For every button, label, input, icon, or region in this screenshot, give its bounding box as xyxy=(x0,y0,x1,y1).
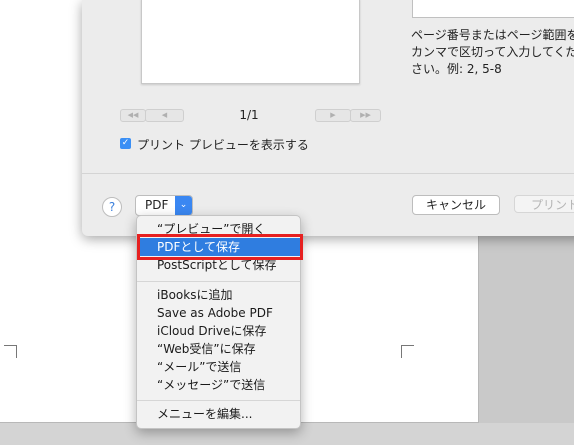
previous-page-button[interactable]: ◀ xyxy=(145,109,184,122)
crop-mark-right xyxy=(401,345,414,358)
print-dialog: ページ番号またはページ範囲をカンマで区切って入力してください。例: 2, 5-8… xyxy=(82,0,574,236)
page-range-field[interactable] xyxy=(412,0,574,18)
checkmark-icon: ✓ xyxy=(121,138,130,148)
menu-item-save-as-adobe-pdf[interactable]: Save as Adobe PDF xyxy=(137,304,300,322)
menu-item-add-to-ibooks[interactable]: iBooksに追加 xyxy=(137,286,300,304)
cancel-button[interactable]: キャンセル xyxy=(412,195,500,215)
first-page-button[interactable]: ◀◀ xyxy=(120,109,146,122)
print-preview-page xyxy=(141,0,360,84)
menu-item-send-via-messages[interactable]: “メッセージ”で送信 xyxy=(137,376,300,394)
menu-item-edit-menu[interactable]: メニューを編集... xyxy=(137,405,300,423)
last-page-button[interactable]: ▶▶ xyxy=(350,109,381,122)
pdf-button-label: PDF xyxy=(145,198,169,212)
pdf-menu-button[interactable]: PDF ⌄ xyxy=(135,195,193,216)
menu-item-save-to-web-receipts[interactable]: “Web受信”に保存 xyxy=(137,340,300,358)
divider xyxy=(82,173,574,174)
show-preview-checkbox[interactable]: ✓ xyxy=(120,138,131,149)
page-range-help-text: ページ番号またはページ範囲をカンマで区切って入力してください。例: 2, 5-8 xyxy=(411,28,574,76)
next-page-button[interactable]: ▶ xyxy=(315,109,351,122)
pdf-dropdown-menu: “プレビュー”で開く PDFとして保存 PostScriptとして保存 iBoo… xyxy=(136,215,301,429)
menu-item-send-via-mail[interactable]: “メール”で送信 xyxy=(137,358,300,376)
menu-separator xyxy=(137,400,300,401)
menu-separator xyxy=(137,281,300,282)
chevron-down-icon: ⌄ xyxy=(175,196,192,215)
menu-item-open-in-preview[interactable]: “プレビュー”で開く xyxy=(137,220,300,238)
menu-item-save-as-pdf[interactable]: PDFとして保存 xyxy=(137,238,300,256)
menu-item-save-to-icloud-drive[interactable]: iCloud Driveに保存 xyxy=(137,322,300,340)
print-button[interactable]: プリント xyxy=(514,195,574,213)
show-preview-label: プリント プレビューを表示する xyxy=(137,138,309,152)
menu-item-save-as-postscript[interactable]: PostScriptとして保存 xyxy=(137,256,300,274)
crop-mark-left xyxy=(4,345,17,358)
help-button[interactable]: ? xyxy=(102,197,122,217)
page-count: 1/1 xyxy=(239,108,259,122)
